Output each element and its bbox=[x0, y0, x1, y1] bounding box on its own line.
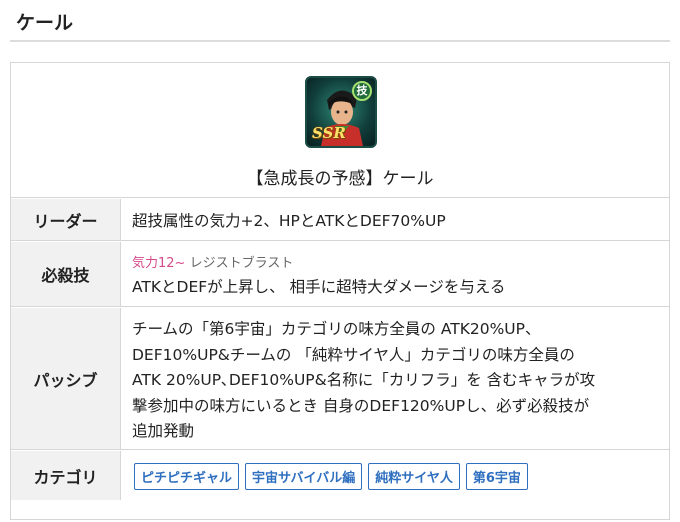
category-tag-link[interactable]: ピチピチギャル bbox=[134, 463, 240, 490]
page-title: ケール bbox=[16, 12, 74, 34]
category-row: カテゴリ ピチピチギャル 宇宙サバイバル編 純粋サイヤ人 第6宇宙 bbox=[11, 451, 669, 500]
card-name: 【急成長の予感】ケール bbox=[246, 169, 434, 189]
passive-line: DEF10%UP&チームの 「純粋サイヤ人」カテゴリの味方全員の bbox=[132, 345, 575, 364]
special-attack-text: ATKとDEFが上昇し、 相手に超特大ダメージを与える bbox=[132, 278, 506, 296]
special-attack-header: 気力12~ レジストブラスト bbox=[132, 252, 293, 271]
special-attack-row: 必殺技 気力12~ レジストブラスト ATKとDEFが上昇し、 相手に超特大ダメ… bbox=[11, 242, 669, 307]
card-header: 技 SSR 【急成長の予感】ケール bbox=[11, 63, 669, 198]
category-tags: ピチピチギャル 宇宙サバイバル編 純粋サイヤ人 第6宇宙 bbox=[134, 463, 528, 490]
rarity-badge: SSR bbox=[312, 124, 346, 142]
page-heading: ケール bbox=[10, 0, 670, 42]
passive-line: チームの「第6宇宙」カテゴリの味方全員の ATK20%UP、 bbox=[132, 320, 541, 338]
row-label: パッシブ bbox=[11, 308, 121, 449]
special-attack-name: レジストブラスト bbox=[189, 256, 294, 271]
category-tag-link[interactable]: 純粋サイヤ人 bbox=[368, 463, 460, 490]
category-tag-link[interactable]: 第6宇宙 bbox=[465, 463, 528, 490]
passive-skill-text: チームの「第6宇宙」カテゴリの味方全員の ATK20%UP、 DEF10%UP&… bbox=[132, 317, 657, 445]
row-label: リーダー bbox=[11, 199, 121, 240]
type-badge-icon: 技 bbox=[352, 81, 372, 101]
passive-line: 撃参加中の味方にいるとき 自身のDEF120%UPし、必ず必殺技が bbox=[132, 396, 590, 415]
leader-skill-row: リーダー 超技属性の気力+2、HPとATKとDEF70%UP bbox=[11, 199, 669, 241]
character-portrait[interactable]: 技 SSR bbox=[305, 76, 377, 148]
ki-cost: 気力12~ bbox=[132, 256, 186, 271]
row-label: カテゴリ bbox=[11, 451, 121, 500]
category-tag-link[interactable]: 宇宙サバイバル編 bbox=[245, 463, 363, 490]
leader-skill-text: 超技属性の気力+2、HPとATKとDEF70%UP bbox=[132, 212, 446, 230]
passive-line: ATK 20%UP､DEF10%UP&名称に「カリフラ」を 含むキャラが攻 bbox=[132, 371, 596, 389]
passive-line: 追加発動 bbox=[132, 422, 195, 440]
character-card: 技 SSR 【急成長の予感】ケール リーダー 超技属性の気力+2、HPとATKと… bbox=[10, 62, 670, 520]
passive-skill-row: パッシブ チームの「第6宇宙」カテゴリの味方全員の ATK20%UP、 DEF1… bbox=[11, 308, 669, 450]
row-label: 必殺技 bbox=[11, 242, 121, 306]
